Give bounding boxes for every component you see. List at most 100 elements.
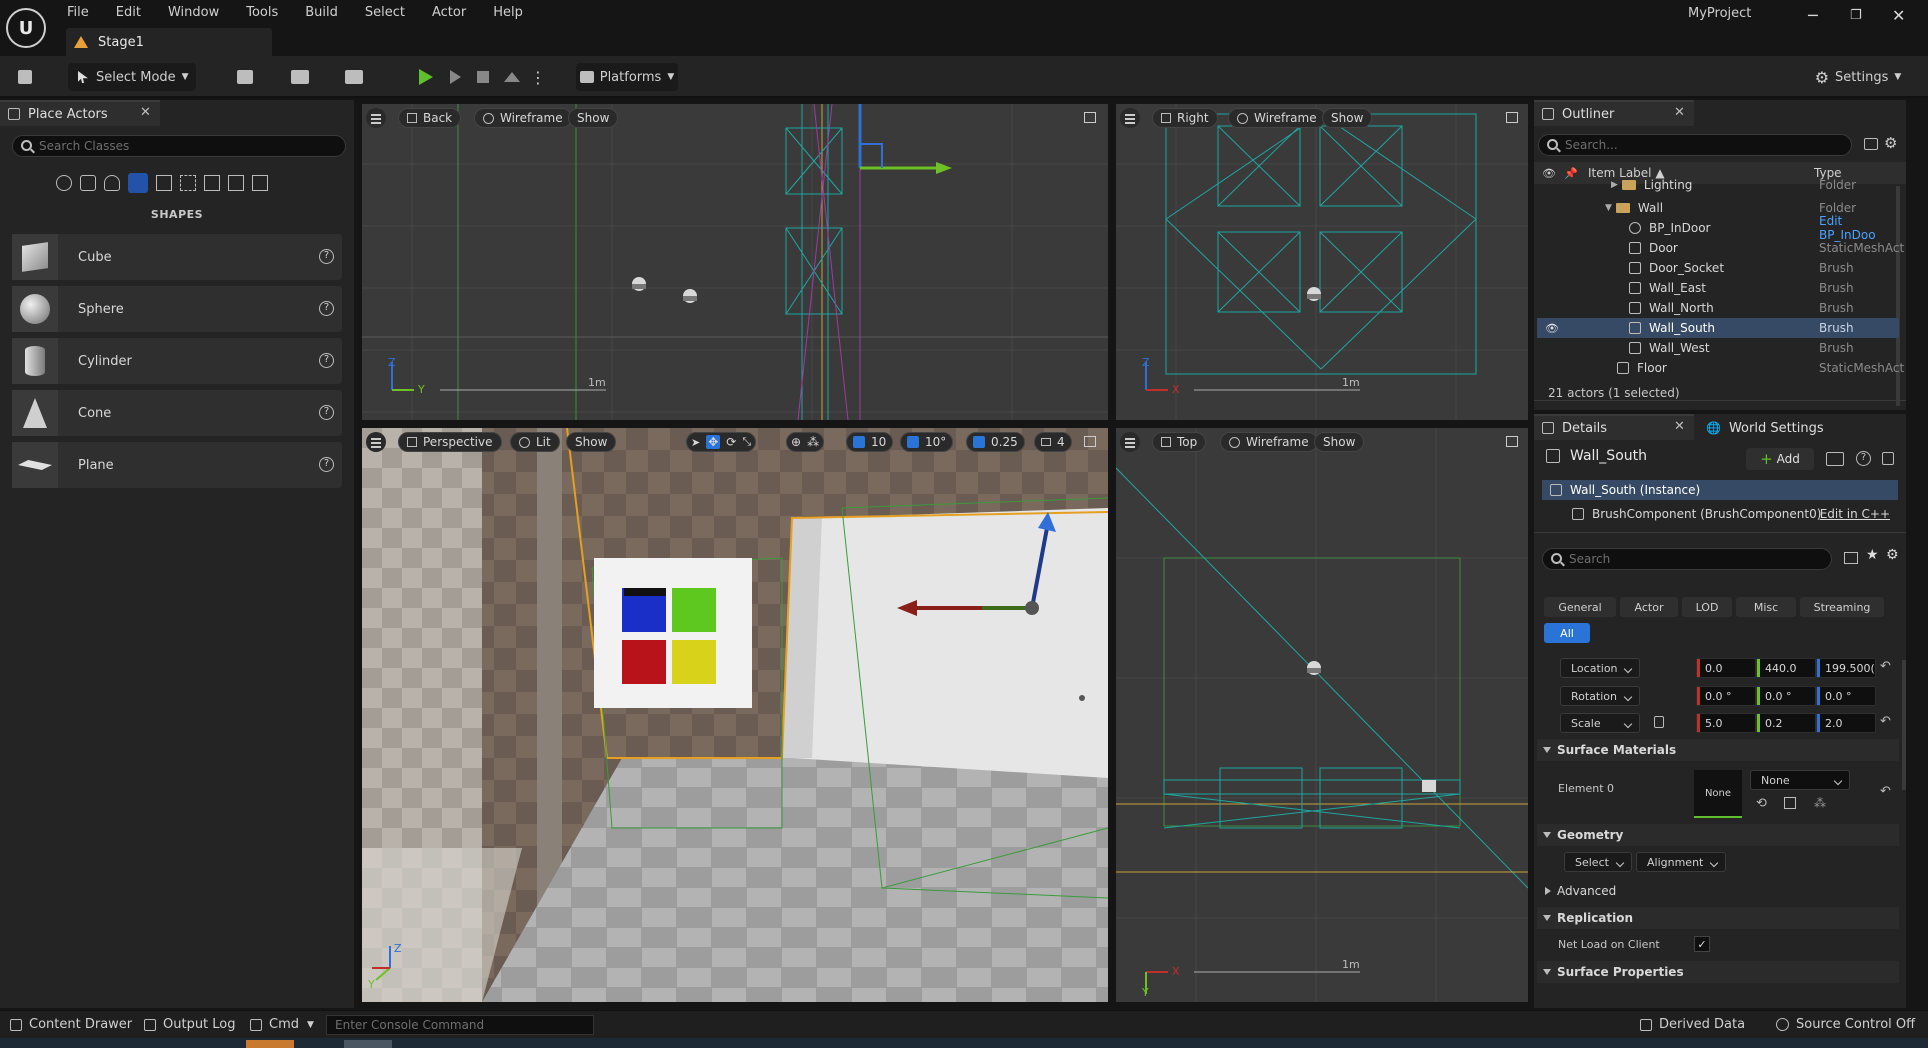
browse-icon[interactable]: [1784, 797, 1796, 809]
play-options-icon[interactable]: ⋮: [530, 63, 546, 91]
surface-materials-section[interactable]: Surface Materials: [1537, 739, 1899, 761]
rotate-tool-icon[interactable]: ⟳: [726, 435, 736, 449]
viewport-menu-icon[interactable]: [1120, 432, 1140, 452]
viewport-menu-icon[interactable]: [1120, 108, 1140, 128]
maximize-viewport-icon[interactable]: [1084, 112, 1096, 123]
details-settings-icon[interactable]: ⚙: [1886, 547, 1899, 563]
geometry-select-dropdown[interactable]: Select: [1564, 852, 1632, 872]
location-dropdown[interactable]: Location: [1560, 658, 1640, 678]
surface-properties-section[interactable]: Surface Properties: [1537, 961, 1899, 983]
place-actors-tab[interactable]: Place Actors: [0, 100, 160, 126]
material-thumbnail[interactable]: None: [1694, 770, 1742, 818]
restore-icon[interactable]: ❐: [1850, 8, 1862, 23]
shape-item-cylinder[interactable]: Cylinder ?: [12, 338, 342, 384]
view-mode-button[interactable]: Lit: [510, 432, 560, 452]
geometry-section[interactable]: Geometry: [1537, 824, 1899, 846]
cinematics-icon[interactable]: [336, 63, 372, 91]
component-row[interactable]: BrushComponent (BrushComponent0) Edit in…: [1542, 504, 1898, 524]
property-matrix-icon[interactable]: [1844, 552, 1858, 564]
filter-streaming[interactable]: Streaming: [1800, 597, 1884, 617]
menu-build[interactable]: Build: [305, 5, 338, 20]
viewport-menu-icon[interactable]: [366, 108, 386, 128]
outliner-row-wall-west[interactable]: Wall_West Brush: [1537, 338, 1899, 358]
search-classes-input[interactable]: Search Classes: [12, 135, 346, 157]
show-button[interactable]: Show: [1314, 432, 1365, 452]
shape-item-sphere[interactable]: Sphere ?: [12, 286, 342, 332]
view-mode-button[interactable]: Wireframe: [1228, 108, 1326, 128]
outliner-row-floor[interactable]: Floor StaticMeshAct: [1537, 358, 1904, 378]
lock-scale-icon[interactable]: [1654, 716, 1664, 728]
rotation-dropdown[interactable]: Rotation: [1560, 686, 1640, 706]
viewport-menu-icon[interactable]: [366, 432, 386, 452]
help-icon[interactable]: ?: [1856, 451, 1871, 466]
filter-all[interactable]: All: [1544, 623, 1590, 643]
view-type-button[interactable]: Right: [1152, 108, 1218, 128]
maximize-viewport-icon[interactable]: [1506, 436, 1518, 447]
show-button[interactable]: Show: [566, 432, 617, 452]
cmd-dropdown[interactable]: Cmd ▼: [250, 1017, 314, 1032]
menu-tools[interactable]: Tools: [246, 5, 278, 20]
reset-scale-icon[interactable]: ↶: [1880, 714, 1891, 729]
scale-tool-icon[interactable]: ⤡: [742, 435, 751, 449]
view-type-button[interactable]: Back: [398, 108, 462, 128]
visibility-icon[interactable]: 👁: [1545, 322, 1559, 335]
geometry-alignment-dropdown[interactable]: Alignment: [1636, 852, 1726, 872]
replication-section[interactable]: Replication: [1537, 907, 1899, 929]
menu-file[interactable]: File: [67, 5, 89, 20]
viewport-top[interactable]: Top Wireframe Show 1m X Y: [1116, 428, 1528, 1002]
blueprint-convert-icon[interactable]: [1826, 452, 1844, 466]
show-button[interactable]: Show: [1322, 108, 1373, 128]
cinematic-icon[interactable]: [156, 175, 172, 191]
scale-y-field[interactable]: 0.2: [1756, 713, 1816, 733]
all-classes-icon[interactable]: [252, 175, 268, 191]
location-z-field[interactable]: 199.500(: [1816, 658, 1876, 678]
scale-x-field[interactable]: 5.0: [1696, 713, 1756, 733]
material-dropdown[interactable]: None: [1750, 770, 1850, 790]
outliner-row-lighting[interactable]: ▶ Lighting Folder: [1537, 178, 1899, 192]
rotation-y-field[interactable]: 0.0 °: [1756, 686, 1816, 706]
favorite-star-icon[interactable]: ★: [1866, 547, 1879, 563]
help-icon[interactable]: ?: [319, 249, 334, 264]
geometry-icon[interactable]: [204, 175, 220, 191]
viewport-right[interactable]: Right Wireframe Show 1m X Z: [1116, 104, 1528, 420]
edit-in-cpp-link[interactable]: Edit in C++: [1820, 507, 1890, 521]
filter-general[interactable]: General: [1544, 597, 1616, 617]
reset-location-icon[interactable]: ↶: [1880, 659, 1891, 674]
location-y-field[interactable]: 440.0: [1756, 658, 1816, 678]
outliner-tab[interactable]: Outliner: [1534, 100, 1694, 126]
help-icon[interactable]: ?: [319, 353, 334, 368]
unreal-logo-icon[interactable]: U: [6, 8, 46, 48]
play-button[interactable]: [412, 63, 440, 91]
add-component-button[interactable]: + Add: [1746, 448, 1814, 470]
show-button[interactable]: Show: [568, 108, 619, 128]
platforms-button[interactable]: Platforms ▼: [576, 63, 678, 91]
help-icon[interactable]: ?: [319, 457, 334, 472]
lights-icon[interactable]: [104, 175, 120, 191]
viewport-perspective[interactable]: Perspective Lit Show ➤ ✥ ⟳ ⤡ ⊕ ⁂ 10 10° …: [362, 428, 1108, 1002]
source-control-button[interactable]: Source Control Off: [1776, 1017, 1915, 1032]
add-folder-icon[interactable]: [1864, 138, 1878, 150]
scale-snap-button[interactable]: 0.25: [966, 432, 1025, 452]
rotation-z-field[interactable]: 0.0 °: [1816, 686, 1876, 706]
outliner-settings-icon[interactable]: ⚙: [1884, 134, 1897, 152]
select-mode-button[interactable]: Select Mode ▼: [68, 63, 196, 91]
world-space-icon[interactable]: ⊕: [791, 435, 801, 449]
surface-snap-icon[interactable]: ⁂: [807, 435, 819, 449]
move-tool-icon[interactable]: ✥: [706, 435, 721, 449]
minimize-icon[interactable]: ─: [1808, 6, 1818, 25]
visual-effects-icon[interactable]: [180, 175, 196, 191]
output-log-button[interactable]: Output Log: [144, 1017, 236, 1032]
level-tab[interactable]: Stage1: [66, 28, 272, 56]
advance-frame-button[interactable]: [443, 63, 467, 91]
details-scrollbar[interactable]: [1902, 660, 1906, 790]
instance-row[interactable]: Wall_South (Instance): [1542, 480, 1898, 500]
scale-z-field[interactable]: 2.0: [1816, 713, 1876, 733]
recent-icon[interactable]: [56, 175, 72, 191]
view-type-button[interactable]: Perspective: [398, 432, 502, 452]
save-icon[interactable]: [12, 63, 38, 91]
outliner-row-wall-east[interactable]: Wall_East Brush: [1537, 278, 1899, 298]
shape-item-cube[interactable]: Cube ?: [12, 234, 342, 280]
help-icon[interactable]: ?: [319, 301, 334, 316]
material-options-icon[interactable]: ⁂: [1814, 796, 1826, 810]
filter-actor[interactable]: Actor: [1620, 597, 1678, 617]
